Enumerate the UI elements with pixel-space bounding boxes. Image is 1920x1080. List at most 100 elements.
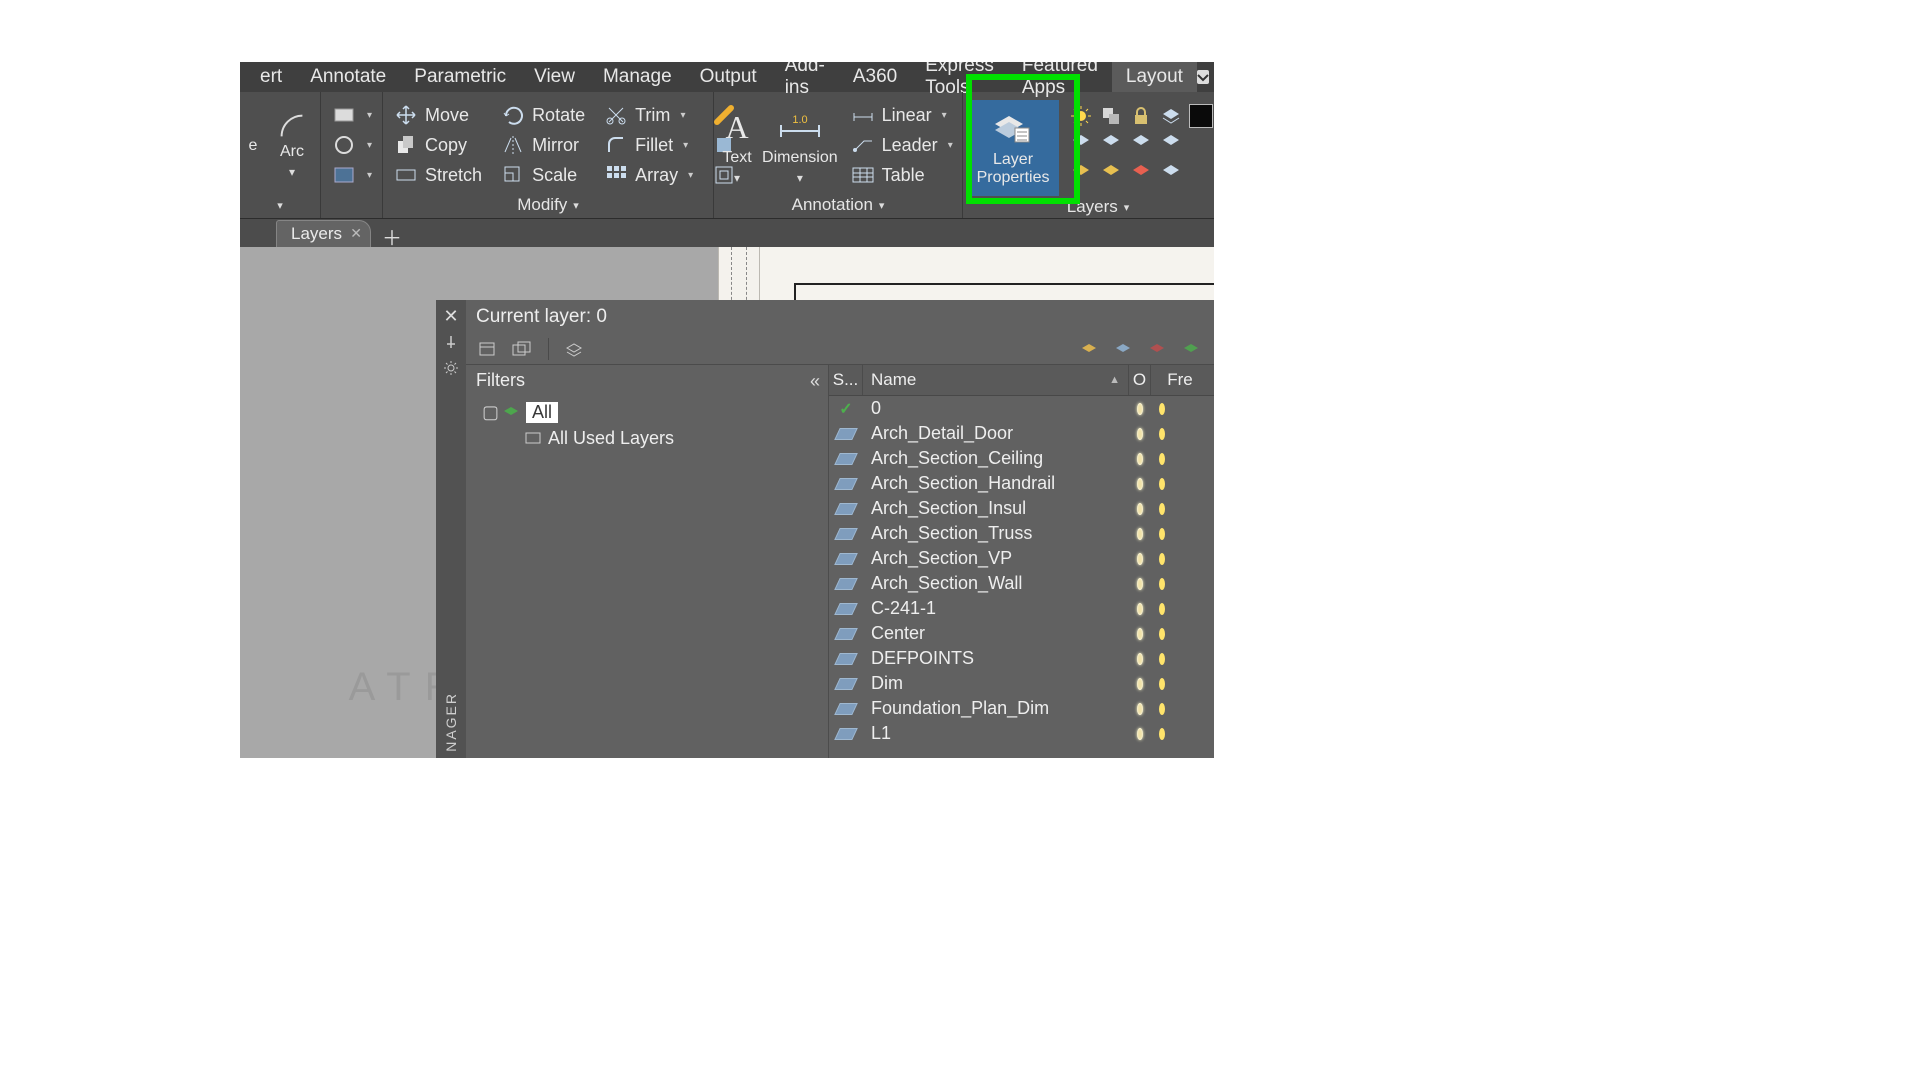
- layer-color-swatch[interactable]: [1189, 104, 1213, 128]
- on-cell[interactable]: [1129, 671, 1151, 696]
- layer-row[interactable]: L1: [829, 721, 1214, 746]
- tab-layers[interactable]: Layers ✕: [276, 220, 371, 247]
- layer-states-icon[interactable]: [563, 337, 587, 361]
- layer-row[interactable]: C-241-1: [829, 596, 1214, 621]
- add-tab-button[interactable]: ＋: [379, 225, 405, 247]
- freeze-cell[interactable]: [1151, 721, 1173, 746]
- layer-row[interactable]: Foundation_Plan_Dim: [829, 696, 1214, 721]
- menu-item-view[interactable]: View: [520, 62, 589, 92]
- freeze-cell[interactable]: [1151, 646, 1173, 671]
- on-cell[interactable]: [1129, 696, 1151, 721]
- on-cell[interactable]: [1129, 596, 1151, 621]
- layer-match-icon[interactable]: [1099, 104, 1123, 128]
- layer-row[interactable]: Arch_Detail_Door: [829, 421, 1214, 446]
- layer-tool-icon[interactable]: [1069, 160, 1093, 184]
- freeze-cell[interactable]: [1151, 671, 1173, 696]
- collapse-filters-icon[interactable]: «: [810, 371, 820, 392]
- freeze-cell[interactable]: [1151, 596, 1173, 621]
- chevron-down-icon[interactable]: ▾: [879, 199, 885, 212]
- leader-button[interactable]: Leader▾: [844, 130, 959, 160]
- freeze-cell[interactable]: [1151, 621, 1173, 646]
- on-cell[interactable]: [1129, 721, 1151, 746]
- fillet-button[interactable]: Fillet▾: [597, 130, 699, 160]
- layer-row[interactable]: Arch_Section_Truss: [829, 521, 1214, 546]
- linear-dim-button[interactable]: Linear▾: [844, 100, 959, 130]
- menu-item-addins[interactable]: Add-ins: [771, 62, 839, 92]
- menu-item-annotate[interactable]: Annotate: [296, 62, 400, 92]
- layer-row[interactable]: Arch_Section_Ceiling: [829, 446, 1214, 471]
- filter-node-all[interactable]: ▢ All: [482, 399, 822, 425]
- on-cell[interactable]: [1129, 421, 1151, 446]
- freeze-cell[interactable]: [1151, 471, 1173, 496]
- stretch-button[interactable]: Stretch: [387, 160, 488, 190]
- layer-tool-icon[interactable]: [1099, 160, 1123, 184]
- on-cell[interactable]: [1129, 646, 1151, 671]
- menu-item-manage[interactable]: Manage: [589, 62, 686, 92]
- freeze-cell[interactable]: [1151, 421, 1173, 446]
- polyline-button[interactable]: ▾: [325, 100, 378, 130]
- filter-node-used[interactable]: All Used Layers: [524, 425, 822, 451]
- col-on[interactable]: O: [1129, 365, 1151, 395]
- new-layer-icon[interactable]: [1078, 337, 1102, 361]
- layer-layers-icon[interactable]: [1159, 104, 1183, 128]
- set-current-icon[interactable]: [1180, 337, 1204, 361]
- rectangle-button[interactable]: ▾: [325, 160, 378, 190]
- freeze-cell[interactable]: [1151, 571, 1173, 596]
- freeze-cell[interactable]: [1151, 446, 1173, 471]
- menu-item-a360[interactable]: A360: [839, 62, 911, 92]
- layer-row[interactable]: Dim: [829, 671, 1214, 696]
- close-icon[interactable]: ✕: [350, 225, 362, 242]
- delete-layer-icon[interactable]: [1146, 337, 1170, 361]
- arc-button[interactable]: Arc ▾: [268, 100, 316, 192]
- menu-item-express-tools[interactable]: Express Tools: [911, 62, 1008, 92]
- menu-item-layout[interactable]: Layout: [1112, 62, 1197, 92]
- layer-row[interactable]: Arch_Section_Wall: [829, 571, 1214, 596]
- freeze-cell[interactable]: [1151, 396, 1173, 421]
- line-button[interactable]: e: [244, 100, 262, 192]
- on-cell[interactable]: [1129, 471, 1151, 496]
- freeze-layer-icon[interactable]: [1112, 337, 1136, 361]
- circle-button[interactable]: ▾: [325, 130, 378, 160]
- layer-tool-icon[interactable]: [1159, 160, 1183, 184]
- settings-icon[interactable]: [441, 358, 461, 378]
- layer-row[interactable]: Arch_Section_Handrail: [829, 471, 1214, 496]
- menu-item-featured-apps[interactable]: Featured Apps: [1008, 62, 1112, 92]
- layer-tool-icon[interactable]: [1129, 130, 1153, 154]
- layer-properties-button[interactable]: LayerProperties: [967, 100, 1059, 196]
- new-filter-icon[interactable]: [476, 337, 500, 361]
- chevron-down-icon[interactable]: ▾: [1124, 201, 1130, 214]
- on-cell[interactable]: [1129, 396, 1151, 421]
- tree-toggle-icon[interactable]: ▢: [482, 402, 496, 423]
- layer-row[interactable]: Center: [829, 621, 1214, 646]
- menu-item-parametric[interactable]: Parametric: [400, 62, 520, 92]
- on-cell[interactable]: [1129, 496, 1151, 521]
- menu-item-output[interactable]: Output: [686, 62, 771, 92]
- col-freeze[interactable]: Fre: [1151, 365, 1209, 395]
- new-group-filter-icon[interactable]: [510, 337, 534, 361]
- scale-button[interactable]: Scale: [494, 160, 591, 190]
- layer-row[interactable]: Arch_Section_Insul: [829, 496, 1214, 521]
- mirror-button[interactable]: Mirror: [494, 130, 591, 160]
- layer-tool-icon[interactable]: [1099, 130, 1123, 154]
- freeze-cell[interactable]: [1151, 696, 1173, 721]
- text-button[interactable]: A Text ▾: [718, 100, 756, 192]
- chevron-down-icon[interactable]: ▾: [573, 199, 579, 212]
- rotate-button[interactable]: Rotate: [494, 100, 591, 130]
- pin-icon[interactable]: [441, 332, 461, 352]
- freeze-cell[interactable]: [1151, 496, 1173, 521]
- layer-tool-icon[interactable]: [1129, 160, 1153, 184]
- on-cell[interactable]: [1129, 446, 1151, 471]
- freeze-cell[interactable]: [1151, 521, 1173, 546]
- trim-button[interactable]: Trim▾: [597, 100, 699, 130]
- freeze-cell[interactable]: [1151, 546, 1173, 571]
- layer-row[interactable]: ✓0: [829, 396, 1214, 421]
- on-cell[interactable]: [1129, 546, 1151, 571]
- col-name[interactable]: Name▲: [863, 365, 1129, 395]
- layer-row[interactable]: DEFPOINTS: [829, 646, 1214, 671]
- table-button[interactable]: Table: [844, 160, 959, 190]
- on-cell[interactable]: [1129, 571, 1151, 596]
- layer-tool-icon[interactable]: [1069, 130, 1093, 154]
- menu-item-insert-truncated[interactable]: ert: [246, 62, 296, 92]
- close-icon[interactable]: ✕: [441, 306, 461, 326]
- layer-tool-icon[interactable]: [1159, 130, 1183, 154]
